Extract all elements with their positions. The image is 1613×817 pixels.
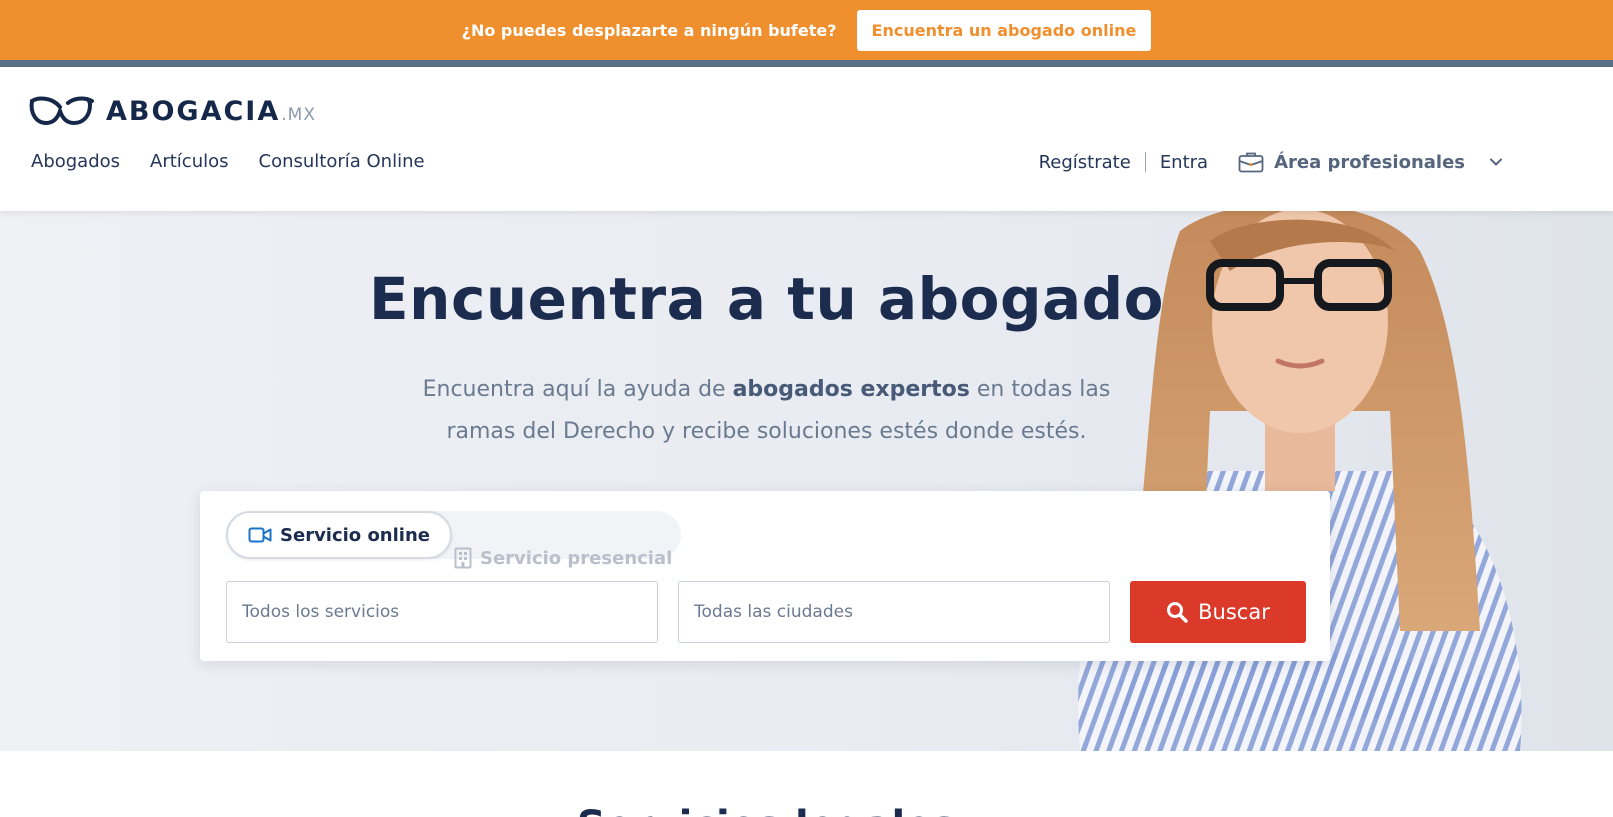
nav-abogados[interactable]: Abogados	[31, 151, 120, 172]
nav-consultoria-online[interactable]: Consultoría Online	[259, 151, 425, 172]
video-camera-icon	[248, 527, 272, 543]
login-link[interactable]: Entra	[1160, 152, 1208, 173]
logo[interactable]: ABOGACIA.MX	[28, 93, 316, 129]
main-nav: Abogados Artículos Consultoría Online	[31, 151, 425, 172]
hero-section: Encuentra a tu abogado Encuentra aquí la…	[0, 211, 1613, 751]
professional-area-menu[interactable]: Área profesionales	[1238, 151, 1503, 173]
cities-select[interactable]	[678, 581, 1110, 643]
services-section-title: Servicios legales	[0, 803, 1533, 817]
promo-divider	[0, 60, 1613, 67]
logo-tld: .MX	[281, 104, 316, 125]
site-header: ABOGACIA.MX Abogados Artículos Consultor…	[0, 67, 1613, 211]
nav-divider	[1144, 152, 1146, 172]
tab-servicio-online-label: Servicio online	[280, 524, 430, 546]
building-icon	[454, 547, 472, 569]
logo-name: ABOGACIA	[106, 95, 281, 127]
hero-subtitle-highlight: abogados expertos	[732, 377, 970, 402]
promo-bar: ¿No puedes desplazarte a ningún bufete? …	[0, 0, 1613, 60]
register-link[interactable]: Regístrate	[1039, 152, 1131, 173]
search-icon	[1167, 602, 1188, 623]
promo-text: ¿No puedes desplazarte a ningún bufete?	[461, 20, 837, 40]
search-button-label: Buscar	[1198, 600, 1270, 624]
account-nav: Regístrate Entra Área profesionales	[1039, 151, 1503, 173]
hero-subtitle: Encuentra aquí la ayuda de abogados expe…	[422, 377, 1111, 444]
services-select[interactable]	[226, 581, 658, 643]
professional-area-label: Área profesionales	[1274, 151, 1465, 173]
nav-articulos[interactable]: Artículos	[150, 151, 228, 172]
search-card: Servicio online Servicio presencial Busc…	[200, 491, 1330, 661]
find-online-lawyer-button[interactable]: Encuentra un abogado online	[856, 9, 1152, 51]
chevron-down-icon	[1490, 158, 1502, 166]
hero-title: Encuentra a tu abogado	[369, 265, 1164, 333]
services-section: Servicios legales	[0, 751, 1613, 817]
tab-servicio-presencial-label: Servicio presencial	[480, 547, 673, 569]
tab-servicio-presencial[interactable]: Servicio presencial	[454, 547, 672, 569]
briefcase-icon	[1238, 152, 1264, 173]
glasses-logo-icon	[29, 96, 94, 126]
search-button[interactable]: Buscar	[1130, 581, 1306, 643]
tab-servicio-online[interactable]: Servicio online	[226, 511, 452, 559]
